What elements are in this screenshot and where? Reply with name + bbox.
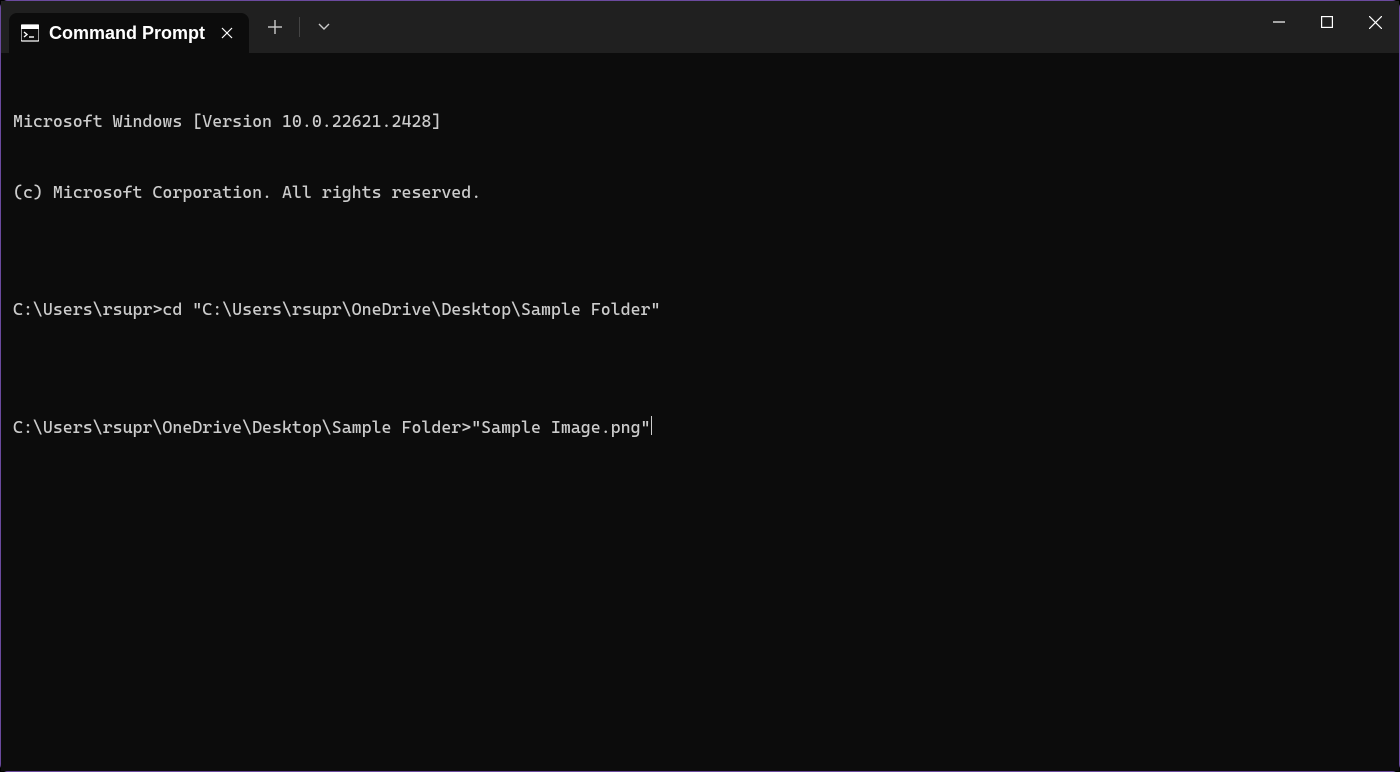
terminal-area[interactable]: Microsoft Windows [Version 10.0.22621.24… <box>1 53 1399 771</box>
command-text: cd "C:\Users\rsupr\OneDrive\Desktop\Samp… <box>162 298 660 322</box>
command-text: "Sample Image.png" <box>471 416 650 440</box>
tab-close-button[interactable] <box>217 23 237 43</box>
output-line-copyright: (c) Microsoft Corporation. All rights re… <box>13 181 1387 205</box>
minimize-button[interactable] <box>1255 1 1303 43</box>
text-cursor <box>651 416 652 435</box>
cmd-icon <box>21 24 39 42</box>
tab-title: Command Prompt <box>49 23 207 44</box>
new-tab-button[interactable] <box>257 9 293 45</box>
tab-dropdown-button[interactable] <box>306 9 342 45</box>
prompt-text: C:\Users\rsupr> <box>13 298 162 322</box>
command-line-1: C:\Users\rsupr>cd "C:\Users\rsupr\OneDri… <box>13 298 1387 322</box>
active-tab[interactable]: Command Prompt <box>9 13 249 53</box>
maximize-button[interactable] <box>1303 1 1351 43</box>
command-line-2: C:\Users\rsupr\OneDrive\Desktop\Sample F… <box>13 416 1387 440</box>
close-window-button[interactable] <box>1351 1 1399 43</box>
output-line-version: Microsoft Windows [Version 10.0.22621.24… <box>13 110 1387 134</box>
tab-actions <box>257 1 342 53</box>
divider <box>299 17 300 37</box>
prompt-text: C:\Users\rsupr\OneDrive\Desktop\Sample F… <box>13 416 471 440</box>
window-controls <box>1255 1 1399 43</box>
title-bar: Command Prompt <box>1 1 1399 53</box>
